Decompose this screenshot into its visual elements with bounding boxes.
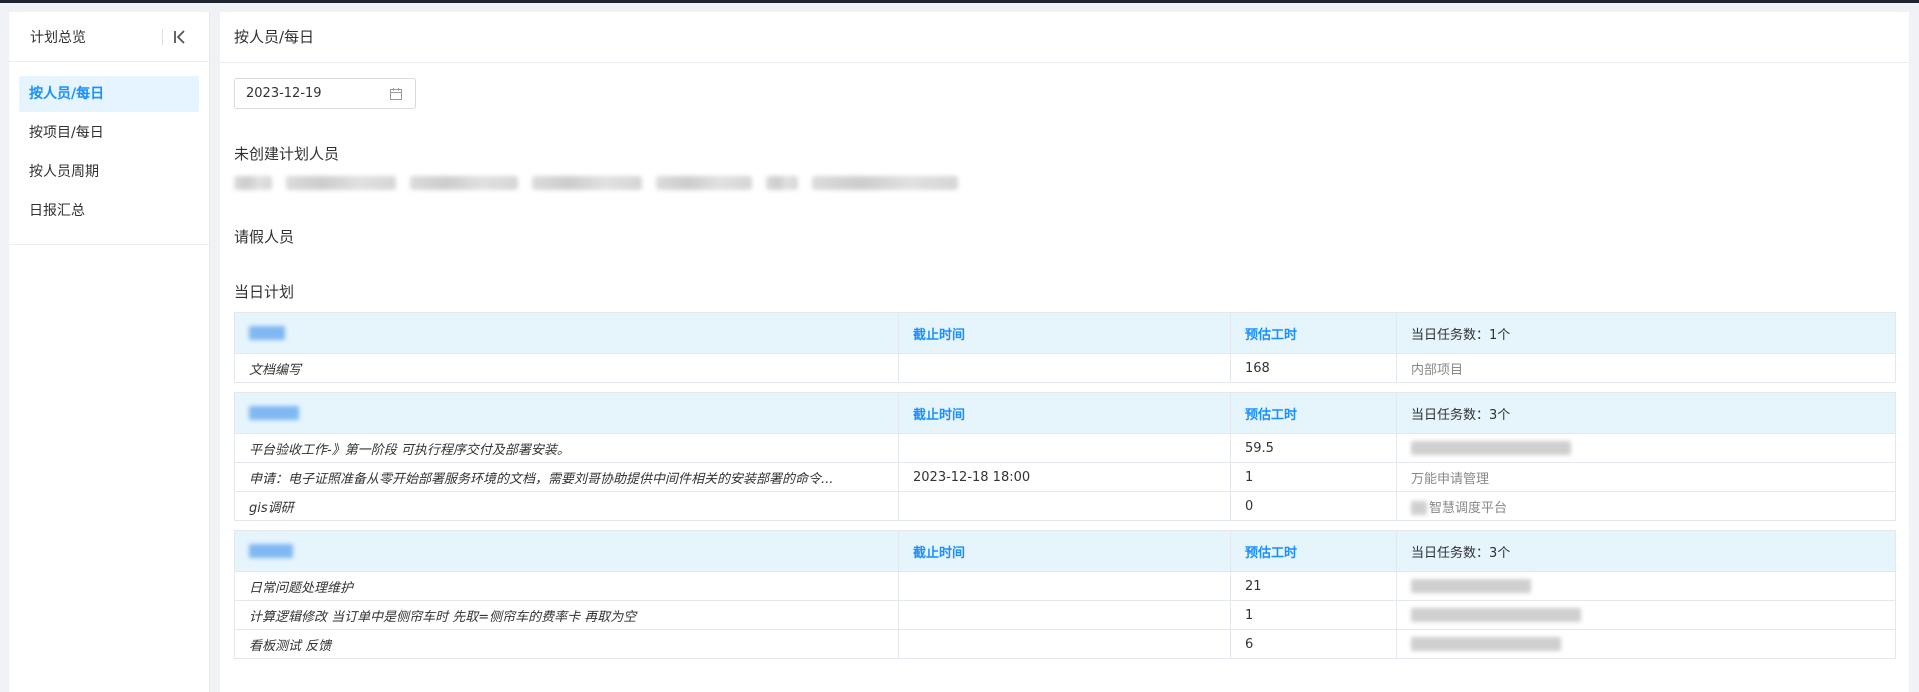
main-content: 2023-12-19 未创建计划人员 请假人员 当日计划 截止时间 预估工时 当… [220, 78, 1909, 659]
deadline-cell [898, 600, 1231, 630]
task-cell: 看板测试 反馈 [234, 629, 899, 659]
project-cell: 内部项目 [1396, 353, 1896, 383]
person-name-cell [234, 392, 899, 434]
unplanned-staff-title: 未创建计划人员 [234, 145, 340, 163]
page-title: 按人员/每日 [220, 12, 1909, 63]
deadline-cell [898, 629, 1231, 659]
hours-header: 预估工时 [1230, 392, 1397, 434]
redacted-name [812, 176, 958, 190]
project-cell: 智慧调度平台 [1396, 491, 1896, 521]
collapse-control [162, 28, 189, 46]
project-cell [1396, 600, 1896, 630]
hours-cell: 0 [1230, 491, 1397, 521]
hours-cell: 21 [1230, 571, 1397, 601]
project-label: 智慧调度平台 [1429, 500, 1508, 516]
collapse-left-icon[interactable] [171, 28, 189, 46]
hours-header: 预估工时 [1230, 312, 1397, 354]
unplanned-staff-list [234, 174, 1895, 192]
redacted-name [532, 176, 642, 190]
table-header-row: 截止时间 预估工时 当日任务数：1个 [234, 312, 1896, 354]
sidebar-title: 计划总览 [30, 29, 86, 46]
project-cell [1396, 433, 1896, 463]
main-panel: 按人员/每日 2023-12-19 未创建计划人员 请假人员 当日计划 截止时间… [220, 12, 1909, 692]
deadline-header: 截止时间 [898, 312, 1231, 354]
task-count: 当日任务数：3个 [1396, 530, 1896, 572]
sidebar-item-daily-report-summary[interactable]: 日报汇总 [19, 193, 199, 229]
person-name-cell [234, 312, 899, 354]
task-cell: 文档编写 [234, 353, 899, 383]
person-plan-table: 截止时间 预估工时 当日任务数：3个 平台验收工作-》第一阶段 可执行程序交付及… [234, 392, 1896, 521]
redacted-name [410, 176, 518, 190]
task-cell: gis调研 [234, 491, 899, 521]
person-plan-table: 截止时间 预估工时 当日任务数：1个 文档编写 168 内部项目 [234, 312, 1896, 383]
task-cell: 申请：电子证照准备从零开始部署服务环境的文档，需要刘哥协助提供中间件相关的安装部… [234, 462, 899, 492]
table-row: 平台验收工作-》第一阶段 可执行程序交付及部署安装。 59.5 [234, 433, 1896, 463]
date-picker[interactable]: 2023-12-19 [234, 78, 416, 109]
top-bar [0, 0, 1919, 3]
task-count: 当日任务数：1个 [1396, 312, 1896, 354]
task-cell: 平台验收工作-》第一阶段 可执行程序交付及部署安装。 [234, 433, 899, 463]
daily-plan-title: 当日计划 [234, 283, 295, 301]
table-header-row: 截止时间 预估工时 当日任务数：3个 [234, 392, 1896, 434]
redacted-project-prefix [1411, 501, 1427, 515]
redacted-project [1411, 579, 1531, 593]
redacted-project [1411, 608, 1581, 622]
hours-cell: 59.5 [1230, 433, 1397, 463]
redacted-name [286, 176, 396, 190]
redacted-name [656, 176, 752, 190]
deadline-cell [898, 571, 1231, 601]
project-cell: 万能申请管理 [1396, 462, 1896, 492]
hours-cell: 168 [1230, 353, 1397, 383]
divider [162, 28, 163, 45]
redacted-person-name [249, 406, 299, 420]
task-cell: 计算逻辑修改 当订单中是侧帘车时 先取=侧帘车的费率卡 再取为空 [234, 600, 899, 630]
date-value: 2023-12-19 [246, 86, 322, 101]
table-row: 日常问题处理维护 21 [234, 571, 1896, 601]
table-row: gis调研 0 智慧调度平台 [234, 491, 1896, 521]
sidebar-item-by-person-daily[interactable]: 按人员/每日 [19, 76, 199, 112]
redacted-person-name [249, 544, 293, 558]
task-cell: 日常问题处理维护 [234, 571, 899, 601]
redacted-project [1411, 637, 1561, 651]
table-row: 计算逻辑修改 当订单中是侧帘车时 先取=侧帘车的费率卡 再取为空 1 [234, 600, 1896, 630]
table-row: 申请：电子证照准备从零开始部署服务环境的文档，需要刘哥协助提供中间件相关的安装部… [234, 462, 1896, 492]
sidebar-header: 计划总览 [9, 12, 209, 62]
redacted-name [234, 176, 272, 190]
task-count: 当日任务数：3个 [1396, 392, 1896, 434]
sidebar-menu: 按人员/每日 按项目/每日 按人员周期 日报汇总 [9, 62, 209, 245]
deadline-header: 截止时间 [898, 530, 1231, 572]
calendar-icon [390, 87, 402, 100]
leave-staff-title: 请假人员 [234, 228, 295, 246]
table-header-row: 截止时间 预估工时 当日任务数：3个 [234, 530, 1896, 572]
deadline-cell [898, 433, 1231, 463]
project-cell [1396, 571, 1896, 601]
hours-header: 预估工时 [1230, 530, 1397, 572]
deadline-cell: 2023-12-18 18:00 [898, 462, 1231, 492]
hours-cell: 6 [1230, 629, 1397, 659]
sidebar-item-by-project-daily[interactable]: 按项目/每日 [19, 115, 199, 151]
project-cell [1396, 629, 1896, 659]
person-name-cell [234, 530, 899, 572]
hours-cell: 1 [1230, 462, 1397, 492]
hours-cell: 1 [1230, 600, 1397, 630]
person-plan-table: 截止时间 预估工时 当日任务数：3个 日常问题处理维护 21 计算逻辑修改 当订… [234, 530, 1896, 659]
sidebar: 计划总览 按人员/每日 按项目/每日 按人员周期 日报汇总 [9, 12, 210, 692]
redacted-person-name [249, 326, 285, 340]
table-row: 看板测试 反馈 6 [234, 629, 1896, 659]
table-row: 文档编写 168 内部项目 [234, 353, 1896, 383]
redacted-name [766, 176, 798, 190]
redacted-project [1411, 441, 1571, 455]
deadline-header: 截止时间 [898, 392, 1231, 434]
sidebar-item-by-person-period[interactable]: 按人员周期 [19, 154, 199, 190]
deadline-cell [898, 491, 1231, 521]
deadline-cell [898, 353, 1231, 383]
